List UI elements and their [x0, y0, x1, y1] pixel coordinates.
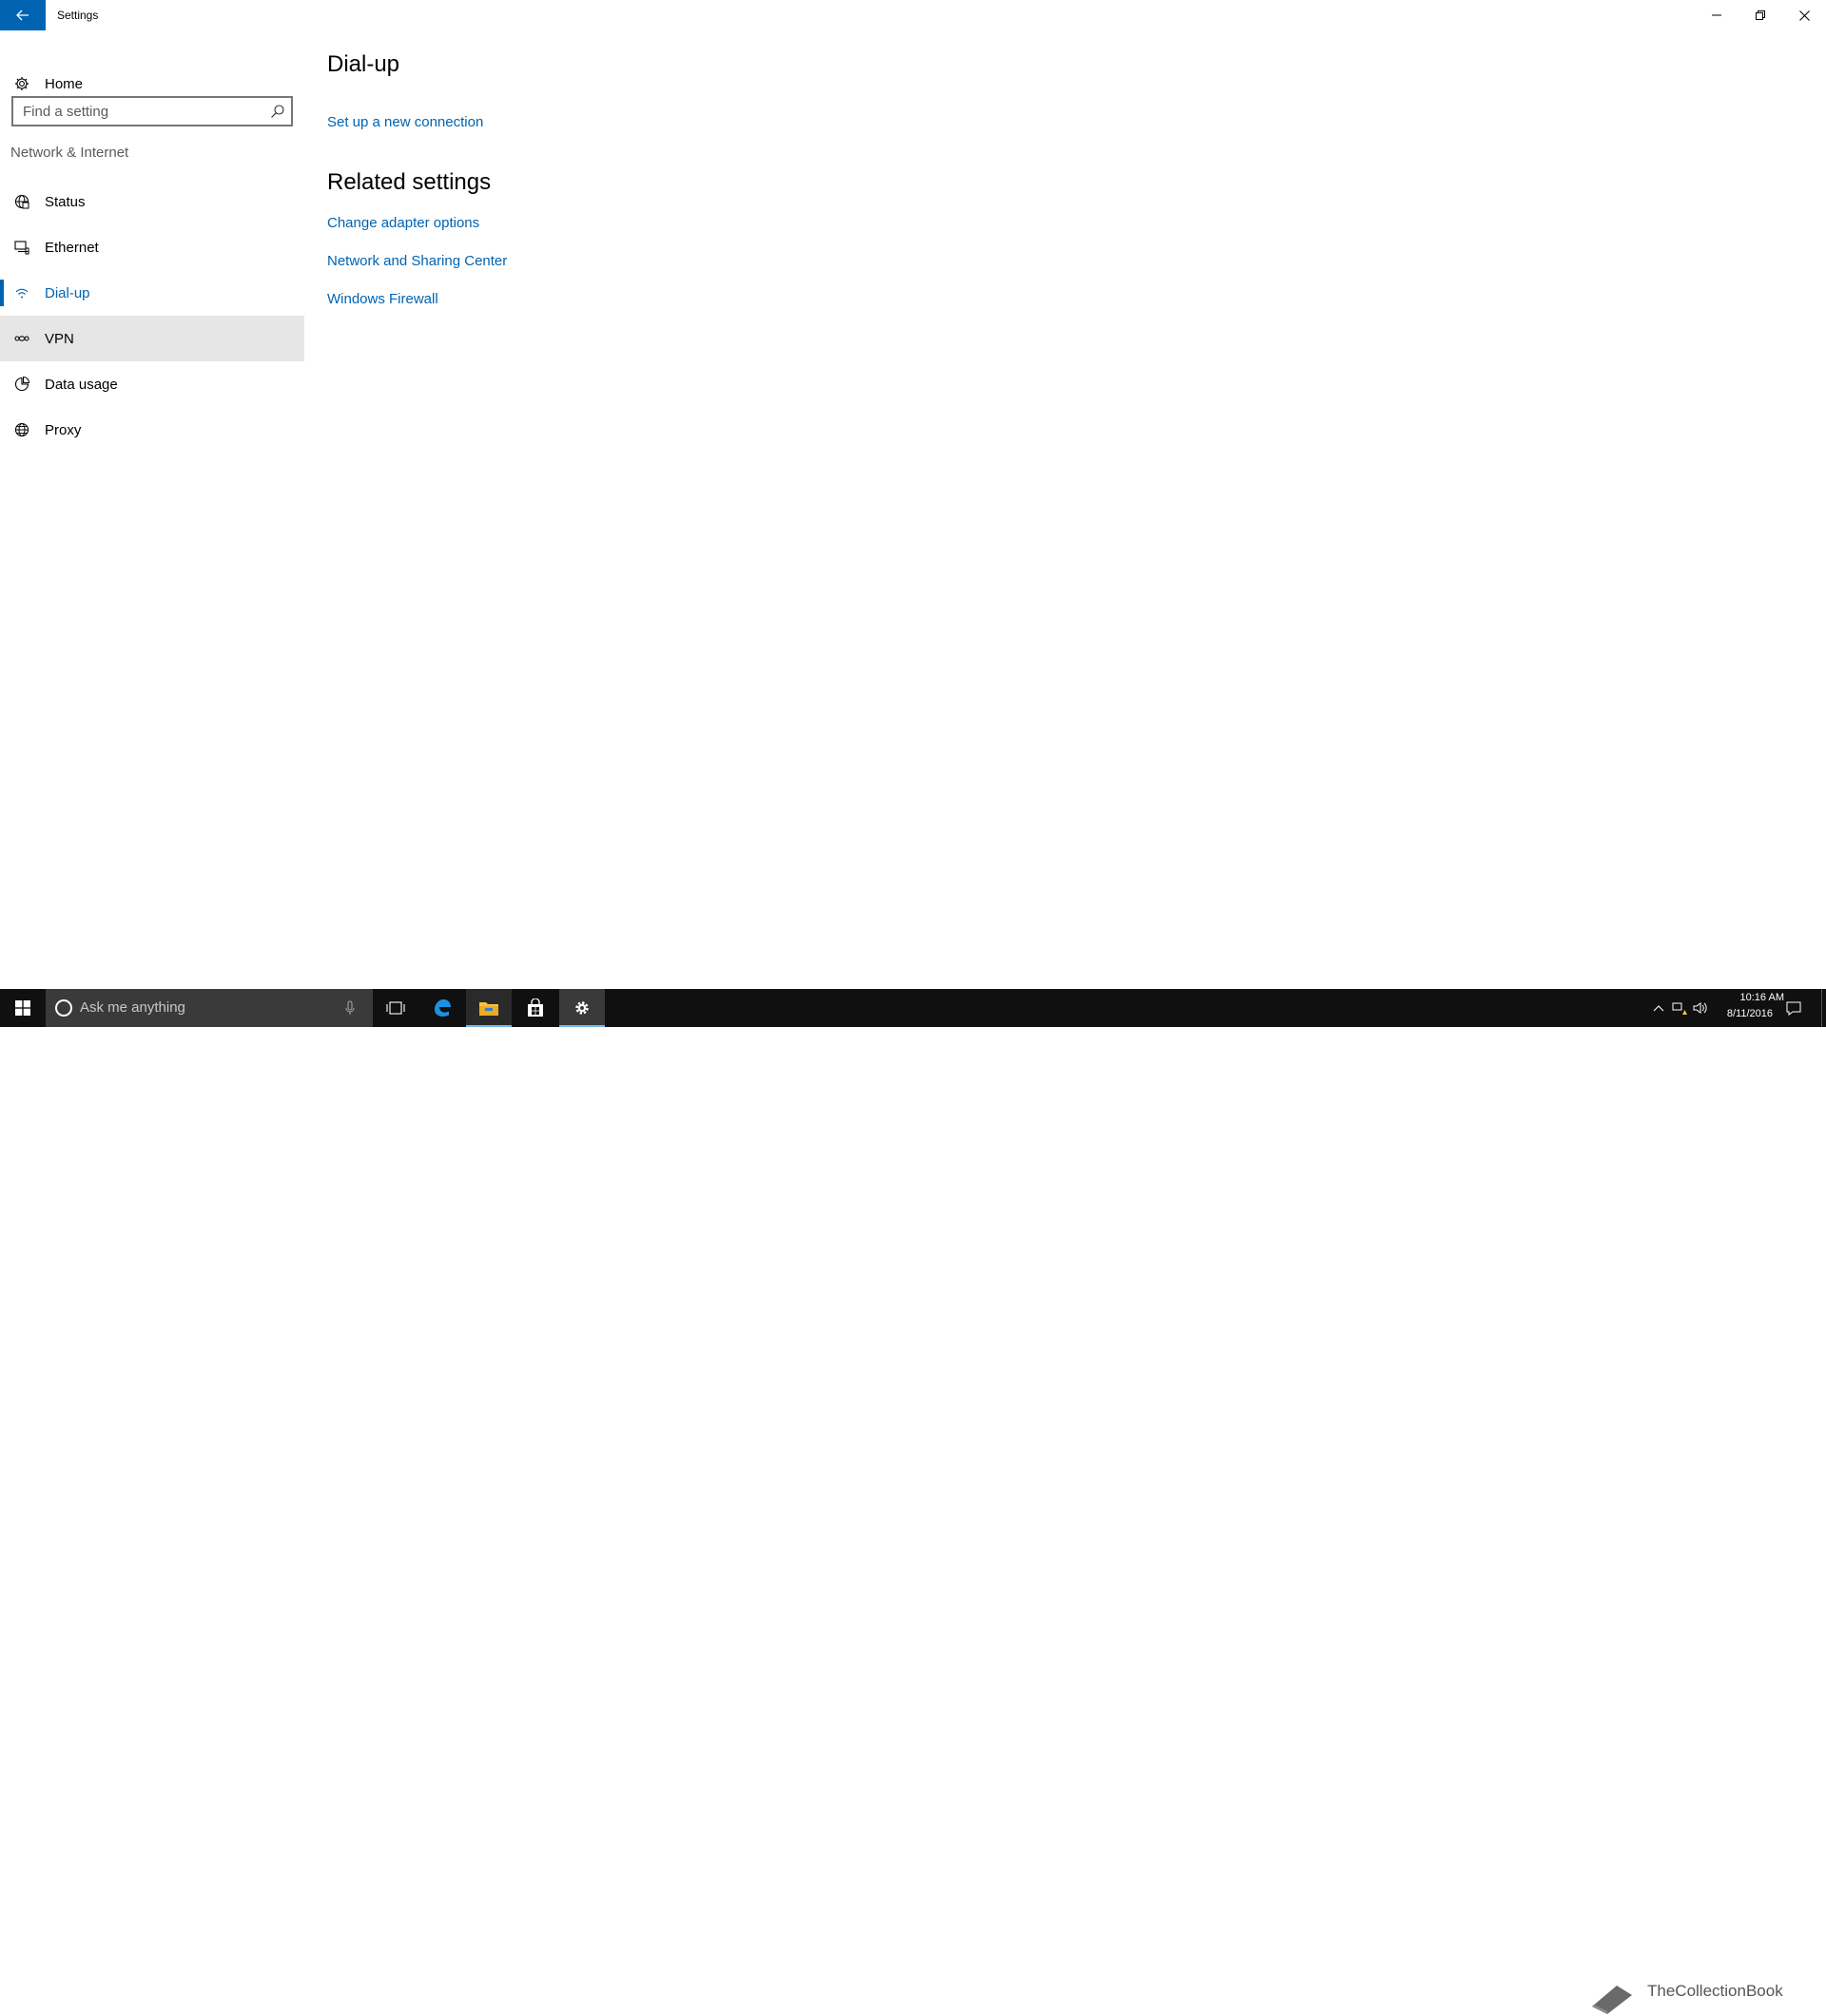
- search-icon[interactable]: [270, 104, 285, 119]
- action-center-icon[interactable]: [1786, 1000, 1801, 1016]
- watermark: TheCollectionBook: [1588, 1978, 1783, 2016]
- taskbar: Ask me anything TheCollectionBook 10:16 …: [0, 989, 1826, 2014]
- sidebar-item-label: Status: [45, 193, 86, 210]
- network-warning-icon[interactable]: [1672, 1000, 1687, 1016]
- back-arrow-icon: [16, 10, 29, 21]
- data-usage-icon: [13, 376, 30, 393]
- chevron-up-icon[interactable]: [1651, 1000, 1666, 1016]
- settings-taskbar-button[interactable]: [559, 989, 605, 1027]
- sidebar-item-label: VPN: [45, 330, 74, 347]
- sidebar-item-label: Dial-up: [45, 284, 90, 301]
- sidebar-item-status[interactable]: Status: [0, 179, 304, 224]
- restore-icon: [1756, 10, 1765, 20]
- search-input[interactable]: [13, 98, 261, 125]
- start-button[interactable]: [0, 989, 46, 1027]
- sidebar-item-dialup[interactable]: Dial-up: [0, 270, 304, 316]
- section-label: Network & Internet: [10, 145, 129, 161]
- volume-icon[interactable]: [1693, 1000, 1708, 1016]
- gear-icon: [13, 75, 30, 92]
- cortana-search-placeholder: Ask me anything: [80, 999, 185, 1016]
- close-icon: [1798, 10, 1810, 21]
- minimize-button[interactable]: [1695, 0, 1739, 30]
- close-button[interactable]: [1782, 0, 1826, 30]
- sidebar-item-label: Data usage: [45, 376, 118, 393]
- vpn-icon: [13, 330, 30, 347]
- clock-time[interactable]: 10:16 AM: [1718, 992, 1784, 1003]
- sidebar-item-data-usage[interactable]: Data usage: [0, 361, 304, 407]
- file-explorer-taskbar-button[interactable]: [466, 989, 512, 1027]
- store-icon: [528, 998, 543, 1017]
- sidebar-item-label: Ethernet: [45, 239, 99, 256]
- page-title: Dial-up: [327, 51, 400, 77]
- edge-taskbar-button[interactable]: [419, 989, 465, 1027]
- globe-status-icon: [13, 193, 30, 210]
- book-watermark-icon: [1592, 1986, 1632, 2014]
- task-view-icon: [386, 1001, 405, 1015]
- folder-icon: [479, 1002, 498, 1016]
- sidebar-item-ethernet[interactable]: Ethernet: [0, 224, 304, 270]
- title-bar: Settings: [0, 0, 1826, 30]
- windows-logo-icon: [15, 1000, 30, 1016]
- task-view-button[interactable]: [373, 989, 418, 1027]
- windows-firewall-link[interactable]: Windows Firewall: [327, 291, 438, 307]
- store-taskbar-button[interactable]: [513, 989, 558, 1027]
- sidebar-item-label: Proxy: [45, 421, 82, 438]
- watermark-text: TheCollectionBook: [1647, 1982, 1783, 2000]
- window-title: Settings: [57, 9, 99, 22]
- restore-button[interactable]: [1739, 0, 1782, 30]
- clock-date[interactable]: 8/11/2016: [1718, 1008, 1773, 1019]
- cortana-search-box[interactable]: Ask me anything: [46, 989, 373, 1027]
- selection-indicator: [0, 280, 4, 306]
- sidebar-item-proxy[interactable]: Proxy: [0, 407, 304, 453]
- globe-icon: [13, 421, 30, 438]
- related-settings-heading: Related settings: [327, 169, 492, 195]
- ethernet-icon: [13, 239, 30, 256]
- sidebar: Home Network & Internet Status: [0, 30, 304, 989]
- show-desktop-button[interactable]: [1821, 989, 1826, 1027]
- cortana-icon: [55, 999, 72, 1017]
- microphone-icon[interactable]: [342, 1000, 358, 1016]
- dialup-icon: [13, 284, 30, 301]
- sidebar-item-vpn[interactable]: VPN: [0, 316, 304, 361]
- change-adapter-options-link[interactable]: Change adapter options: [327, 215, 479, 231]
- edge-browser-icon: [435, 999, 451, 1017]
- setup-connection-link[interactable]: Set up a new connection: [327, 114, 483, 130]
- gear-icon: [575, 1001, 589, 1015]
- minimize-icon: [1712, 14, 1721, 16]
- sidebar-item-label: Home: [45, 75, 84, 92]
- search-box: [11, 96, 293, 126]
- network-sharing-center-link[interactable]: Network and Sharing Center: [327, 253, 507, 269]
- back-button[interactable]: [0, 0, 46, 30]
